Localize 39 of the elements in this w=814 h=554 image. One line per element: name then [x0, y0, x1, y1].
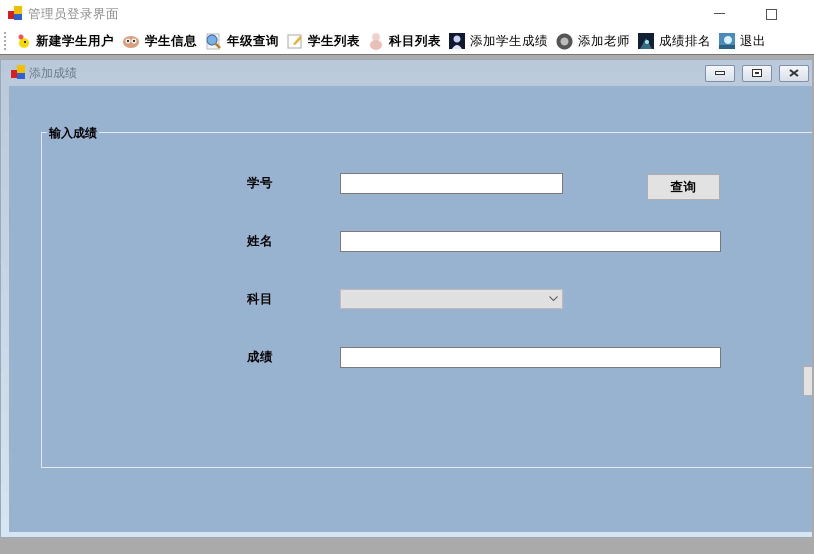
portrait-icon: [449, 33, 465, 49]
owl-icon: [122, 33, 140, 49]
field-label: 姓名: [246, 232, 274, 250]
window-title: 添加成绩: [29, 64, 78, 82]
night-scene-icon: [638, 33, 654, 49]
field-label: 成绩: [246, 348, 274, 366]
toolbar-button[interactable]: 学生列表: [286, 30, 361, 52]
toolbar-button[interactable]: 退出: [718, 30, 767, 52]
close-button[interactable]: [779, 64, 809, 82]
toolbar-button[interactable]: 添加学生成绩: [448, 30, 549, 52]
text-field[interactable]: [340, 172, 563, 194]
app-icon: [8, 6, 22, 20]
field-label: 科目: [246, 290, 274, 308]
app-icon: [11, 64, 25, 78]
disc-icon: [556, 32, 573, 50]
close-icon: [789, 69, 799, 77]
toolbar-button[interactable]: 学生信息: [121, 30, 198, 52]
field-label: 学号: [246, 174, 274, 192]
sky-scene-icon: [719, 33, 735, 49]
notepad-icon: [287, 33, 303, 49]
restore-icon: [752, 69, 762, 77]
maximize-button[interactable]: [742, 64, 772, 82]
toolbar-button[interactable]: 成绩排名: [637, 30, 712, 52]
minimize-button[interactable]: [705, 64, 735, 82]
window-title: 管理员登录界面: [28, 6, 120, 22]
query-button[interactable]: 查询: [647, 174, 720, 200]
text-field[interactable]: [340, 230, 721, 252]
minimize-icon: [714, 13, 724, 15]
minimize-icon: [715, 70, 725, 76]
toolbar-button[interactable]: 新建学生用户: [14, 30, 115, 52]
figure-icon: [368, 32, 384, 50]
toolbar-button[interactable]: 添加老师: [555, 30, 631, 52]
chevron-down-icon: [549, 296, 558, 302]
toolbar-button[interactable]: 年级查询: [204, 30, 280, 52]
text-field[interactable]: [340, 346, 721, 368]
toolbar-button[interactable]: 科目列表: [367, 30, 442, 52]
maximize-icon: [766, 8, 776, 20]
group-title: 输入成绩: [47, 125, 99, 142]
magnifier-icon: [205, 32, 222, 50]
